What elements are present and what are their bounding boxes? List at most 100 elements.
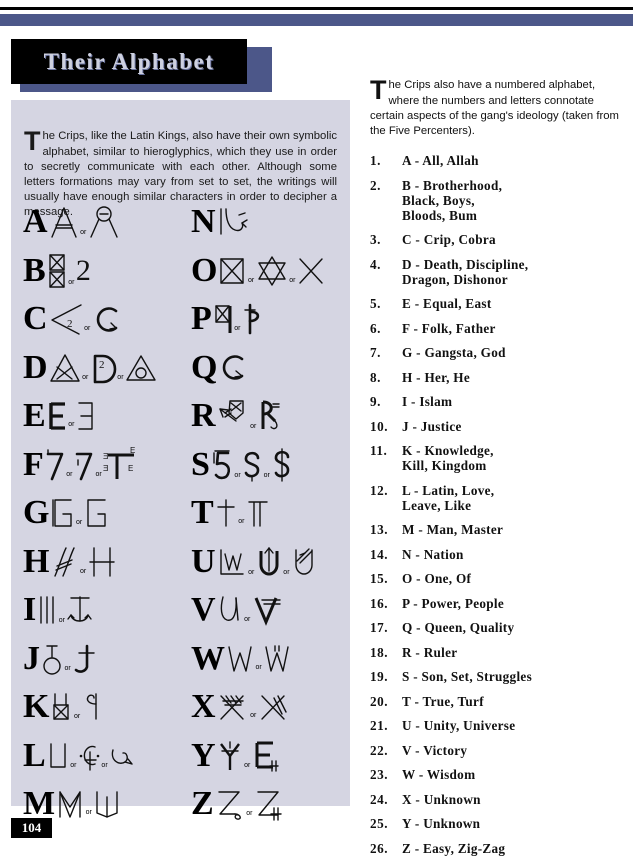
intro-dropcap: T xyxy=(24,126,41,157)
alphabet-row-s: Sor or xyxy=(183,441,350,490)
c-with-cross-l-glyph xyxy=(78,740,100,772)
barred-y-glyph xyxy=(217,740,243,772)
base-letter: V xyxy=(191,591,216,629)
top-rule-blue xyxy=(0,14,633,26)
triangle-with-circle-glyph xyxy=(125,354,157,382)
slashed-h-script-glyph xyxy=(50,546,78,578)
intro-body-right: he Crips also have a numbered alphabet, … xyxy=(370,79,619,138)
alphabet-row-k: Kor xyxy=(15,683,183,732)
or-separator: or xyxy=(73,713,81,721)
base-letter: B xyxy=(23,251,46,289)
list-item-text: S - Son, Set, Struggles xyxy=(402,669,532,685)
alphabet-row-f: For or Ǝ Ǝ E E xyxy=(15,441,183,490)
circle-on-open-triangle-glyph xyxy=(88,205,120,239)
list-item-text: A - All, Allah xyxy=(402,153,479,169)
c-with-arrow-glyph xyxy=(92,303,120,335)
svg-text:Ǝ: Ǝ xyxy=(103,464,108,473)
base-letter: Y xyxy=(191,736,216,774)
or-separator: or xyxy=(250,712,257,720)
list-item-text: W - Wisdom xyxy=(402,767,476,783)
base-letter: W xyxy=(191,639,225,677)
curled-l-arrow-glyph xyxy=(109,742,135,770)
thin-w-glyph xyxy=(226,644,254,674)
list-item-text: O - One, Of xyxy=(402,571,472,587)
double-slash-x-glyph xyxy=(258,692,290,722)
hooked-y-k-glyph xyxy=(82,691,102,723)
list-item-text: J - Justice xyxy=(402,418,462,434)
cross-bar-h-glyph xyxy=(88,546,116,578)
alphabet-row-u: Uor or xyxy=(183,538,350,587)
list-item-number: 16. xyxy=(370,595,388,611)
alphabet-row-t: Tor xyxy=(183,489,350,538)
list-item-number: 10. xyxy=(370,418,388,434)
list-item-number: 4. xyxy=(370,256,381,272)
svg-text:2: 2 xyxy=(67,318,73,330)
base-letter: E xyxy=(23,397,46,435)
base-letter: A xyxy=(23,203,48,241)
variant-symbols: or xyxy=(56,789,183,819)
list-item-number: 14. xyxy=(370,546,388,562)
list-item-number: 12. xyxy=(370,482,388,498)
r-with-hook-glyph xyxy=(258,399,284,433)
list-item-number: 9. xyxy=(370,394,381,410)
base-letter: R xyxy=(191,397,216,435)
base-letter: T xyxy=(191,494,214,532)
base-letter: J xyxy=(23,639,40,677)
list-item: 22. V - Victory xyxy=(370,743,622,758)
variant-symbols: or 2 or xyxy=(49,352,183,384)
list-item-text: G - Gangsta, God xyxy=(402,345,506,361)
or-separator: or xyxy=(289,276,296,284)
open-wedge-with-2-glyph: 2 xyxy=(49,303,83,335)
svg-text:2: 2 xyxy=(99,359,105,371)
variant-symbols: or xyxy=(47,401,183,431)
list-item-number: 24. xyxy=(370,791,388,807)
x-cross-glyph xyxy=(297,256,325,286)
variant-symbols: or xyxy=(217,740,350,772)
base-letter: L xyxy=(23,736,46,774)
c-with-arrow-q-glyph xyxy=(218,352,246,384)
alphabet-row-v: Vor xyxy=(183,586,350,635)
list-item-number: 17. xyxy=(370,620,388,636)
list-item-number: 15. xyxy=(370,571,388,587)
banner-arrow-x-r-glyph xyxy=(217,399,249,433)
list-item-number: 7. xyxy=(370,345,381,361)
open-g-box-glyph xyxy=(50,497,74,529)
or-separator: or xyxy=(255,663,262,671)
list-item-number: 25. xyxy=(370,816,388,832)
alphabet-row-z: Zor xyxy=(183,780,350,829)
svg-text:E: E xyxy=(128,464,133,473)
list-item-text: C - Crip, Cobra xyxy=(402,232,496,248)
multi-barb-x-glyph xyxy=(217,692,249,722)
base-letter: M xyxy=(23,785,56,823)
list-item-number: 2. xyxy=(370,177,381,193)
or-separator: or xyxy=(58,617,65,625)
anchor-i-glyph xyxy=(66,593,94,627)
base-letter: S xyxy=(191,445,210,483)
svg-text:Ǝ: Ǝ xyxy=(103,452,108,461)
variant-symbols: or xyxy=(41,643,183,675)
or-separator: or xyxy=(75,519,83,527)
list-item: 9. I - Islam xyxy=(370,394,622,409)
list-item-number: 26. xyxy=(370,840,388,856)
or-separator: or xyxy=(70,761,77,769)
numbered-alphabet-list: 1. A - All, Allah 2. B - Brotherhood, Black… xyxy=(370,153,622,856)
alphabet-row-d: Dor 2 or xyxy=(15,344,183,393)
list-item: 1. A - All, Allah xyxy=(370,153,622,168)
list-item-number: 18. xyxy=(370,644,388,660)
base-letter: U xyxy=(191,542,216,580)
open-w-tick-glyph xyxy=(263,644,291,674)
or-separator: or xyxy=(68,421,75,429)
alphabet-row-j: Jor xyxy=(15,635,183,684)
double-bar-t-glyph xyxy=(246,498,270,528)
base-letter: D xyxy=(23,348,48,386)
list-item-number: 19. xyxy=(370,669,388,685)
list-item-text: P - Power, People xyxy=(402,595,505,611)
base-letter: G xyxy=(23,494,50,532)
crossed-box-k-glyph xyxy=(50,691,72,723)
base-letter: P xyxy=(191,300,212,338)
alphabet-row-n: N xyxy=(183,198,350,247)
list-item-text: B - Brotherhood, Black, Boys, Bloods, Bu… xyxy=(402,177,503,223)
list-item-text: Y - Unknown xyxy=(402,816,481,832)
alphabet-row-w: Wor xyxy=(183,635,350,684)
hooked-s-glyph xyxy=(242,449,262,482)
